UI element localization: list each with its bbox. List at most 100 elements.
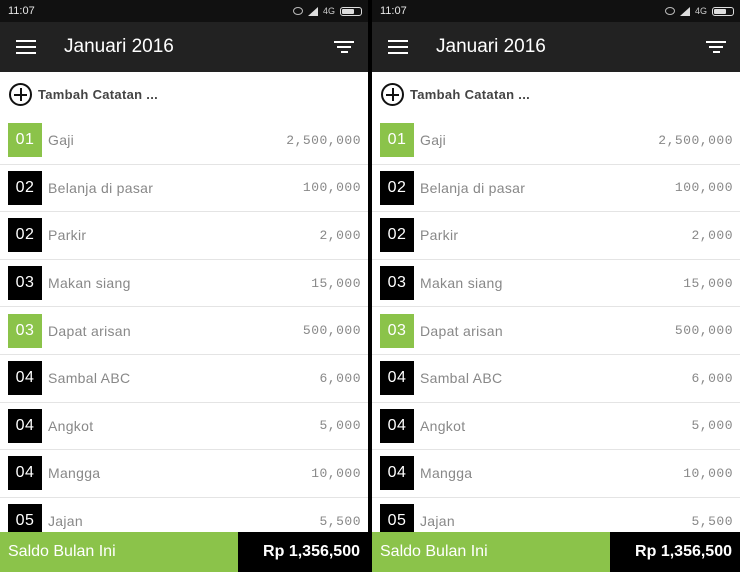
entry-amount: 2,000 bbox=[691, 227, 733, 243]
list-item[interactable]: 03 Dapat arisan 500,000 bbox=[0, 307, 368, 355]
entry-description: Jajan bbox=[420, 513, 455, 530]
status-bar: 11:07 4G bbox=[0, 0, 368, 22]
list-item[interactable]: 01 Gaji 2,500,000 bbox=[372, 117, 740, 165]
list-item[interactable]: 02 Belanja di pasar 100,000 bbox=[0, 164, 368, 213]
signal-icon bbox=[679, 6, 690, 16]
add-circle-icon bbox=[9, 83, 32, 106]
entry-amount: 500,000 bbox=[302, 323, 361, 339]
entry-description: Makan siang bbox=[48, 275, 131, 292]
entry-description: Dapat arisan bbox=[48, 322, 131, 339]
add-entry-button[interactable]: Tambah Catatan ... bbox=[0, 72, 368, 118]
entry-amount: 6,000 bbox=[319, 370, 361, 386]
entry-amount: 5,500 bbox=[691, 513, 733, 529]
list-item[interactable]: 04 Angkot 5,000 bbox=[372, 402, 740, 451]
list-item[interactable]: 04 Mangga 10,000 bbox=[0, 450, 368, 498]
day-badge: 03 bbox=[380, 266, 414, 301]
list-item[interactable]: 03 Makan siang 15,000 bbox=[372, 259, 740, 308]
app-bar: Januari 2016 bbox=[0, 22, 368, 72]
wifi-icon bbox=[292, 7, 303, 15]
entry-description: Sambal ABC bbox=[420, 370, 503, 387]
list-item[interactable]: 04 Sambal ABC 6,000 bbox=[0, 354, 368, 403]
entry-description: Gaji bbox=[48, 132, 75, 149]
list-item[interactable]: 02 Belanja di pasar 100,000 bbox=[372, 164, 740, 213]
balance-label: Saldo Bulan Ini bbox=[372, 532, 610, 572]
network-label: 4G bbox=[322, 6, 335, 16]
day-badge: 01 bbox=[380, 123, 414, 158]
list-item[interactable]: 03 Dapat arisan 500,000 bbox=[372, 307, 740, 355]
list-item[interactable]: 02 Parkir 2,000 bbox=[0, 212, 368, 260]
entry-description: Belanja di pasar bbox=[420, 179, 526, 196]
day-badge: 04 bbox=[8, 408, 42, 443]
status-time: 11:07 bbox=[380, 5, 407, 17]
balance-footer: Saldo Bulan Ini Rp 1,356,500 bbox=[372, 532, 740, 572]
entry-amount: 10,000 bbox=[683, 465, 733, 481]
entry-description: Angkot bbox=[420, 417, 466, 434]
day-badge: 03 bbox=[8, 313, 42, 348]
day-badge: 04 bbox=[8, 456, 42, 491]
battery-icon bbox=[340, 6, 362, 16]
entry-amount: 5,500 bbox=[319, 513, 361, 529]
menu-icon[interactable] bbox=[16, 40, 36, 54]
entry-list: 01 Gaji 2,500,000 02 Belanja di pasar 100,000… bbox=[372, 117, 740, 546]
day-badge: 02 bbox=[8, 218, 42, 253]
balance-footer: Saldo Bulan Ini Rp 1,356,500 bbox=[0, 532, 368, 572]
list-item[interactable]: 04 Mangga 10,000 bbox=[372, 450, 740, 498]
list-item[interactable]: 01 Gaji 2,500,000 bbox=[0, 117, 368, 165]
list-item[interactable]: 02 Parkir 2,000 bbox=[372, 212, 740, 260]
day-badge: 04 bbox=[380, 361, 414, 396]
entry-list: 01 Gaji 2,500,000 02 Belanja di pasar 100,000… bbox=[0, 117, 368, 546]
day-badge: 04 bbox=[380, 456, 414, 491]
add-entry-label: Tambah Catatan ... bbox=[410, 87, 531, 102]
day-badge: 04 bbox=[380, 408, 414, 443]
entry-description: Mangga bbox=[420, 465, 473, 482]
entry-amount: 100,000 bbox=[674, 180, 733, 196]
add-entry-label: Tambah Catatan ... bbox=[38, 87, 159, 102]
day-badge: 03 bbox=[8, 266, 42, 301]
app-bar: Januari 2016 bbox=[372, 22, 740, 72]
entry-amount: 100,000 bbox=[302, 180, 361, 196]
network-label: 4G bbox=[694, 6, 707, 16]
status-bar: 11:07 4G bbox=[372, 0, 740, 22]
entry-description: Jajan bbox=[48, 513, 83, 530]
balance-value: Rp 1,356,500 bbox=[238, 532, 368, 572]
entry-description: Parkir bbox=[48, 227, 87, 244]
entry-amount: 15,000 bbox=[683, 275, 733, 291]
list-item[interactable]: 03 Makan siang 15,000 bbox=[0, 259, 368, 308]
day-badge: 03 bbox=[380, 313, 414, 348]
day-badge: 02 bbox=[380, 218, 414, 253]
filter-icon[interactable] bbox=[334, 41, 354, 53]
list-item[interactable]: 04 Sambal ABC 6,000 bbox=[372, 354, 740, 403]
entry-amount: 15,000 bbox=[311, 275, 361, 291]
entry-description: Dapat arisan bbox=[420, 322, 503, 339]
status-time: 11:07 bbox=[8, 5, 35, 17]
entry-description: Mangga bbox=[48, 465, 101, 482]
entry-description: Gaji bbox=[420, 132, 447, 149]
signal-icon bbox=[307, 6, 318, 16]
filter-icon[interactable] bbox=[706, 41, 726, 53]
phone-screen-right: 11:07 4G Januari 2016 Tambah Catatan ...… bbox=[372, 0, 740, 572]
entry-amount: 2,000 bbox=[319, 227, 361, 243]
entry-amount: 2,500,000 bbox=[658, 132, 733, 148]
day-badge: 01 bbox=[8, 123, 42, 158]
status-icons: 4G bbox=[664, 6, 734, 16]
entry-amount: 2,500,000 bbox=[286, 132, 361, 148]
day-badge: 04 bbox=[8, 361, 42, 396]
day-badge: 02 bbox=[8, 170, 42, 205]
wifi-icon bbox=[664, 7, 675, 15]
entry-description: Sambal ABC bbox=[48, 370, 131, 387]
add-entry-button[interactable]: Tambah Catatan ... bbox=[372, 72, 740, 118]
battery-icon bbox=[712, 6, 734, 16]
status-icons: 4G bbox=[292, 6, 362, 16]
entry-description: Makan siang bbox=[420, 275, 503, 292]
list-item[interactable]: 04 Angkot 5,000 bbox=[0, 402, 368, 451]
entry-amount: 5,000 bbox=[691, 418, 733, 434]
entry-description: Parkir bbox=[420, 227, 459, 244]
entry-amount: 500,000 bbox=[674, 323, 733, 339]
page-title: Januari 2016 bbox=[436, 36, 546, 57]
page-title: Januari 2016 bbox=[64, 36, 174, 57]
entry-amount: 10,000 bbox=[311, 465, 361, 481]
phone-screen-left: 11:07 4G Januari 2016 Tambah Catatan ...… bbox=[0, 0, 368, 572]
menu-icon[interactable] bbox=[388, 40, 408, 54]
entry-amount: 6,000 bbox=[691, 370, 733, 386]
entry-amount: 5,000 bbox=[319, 418, 361, 434]
